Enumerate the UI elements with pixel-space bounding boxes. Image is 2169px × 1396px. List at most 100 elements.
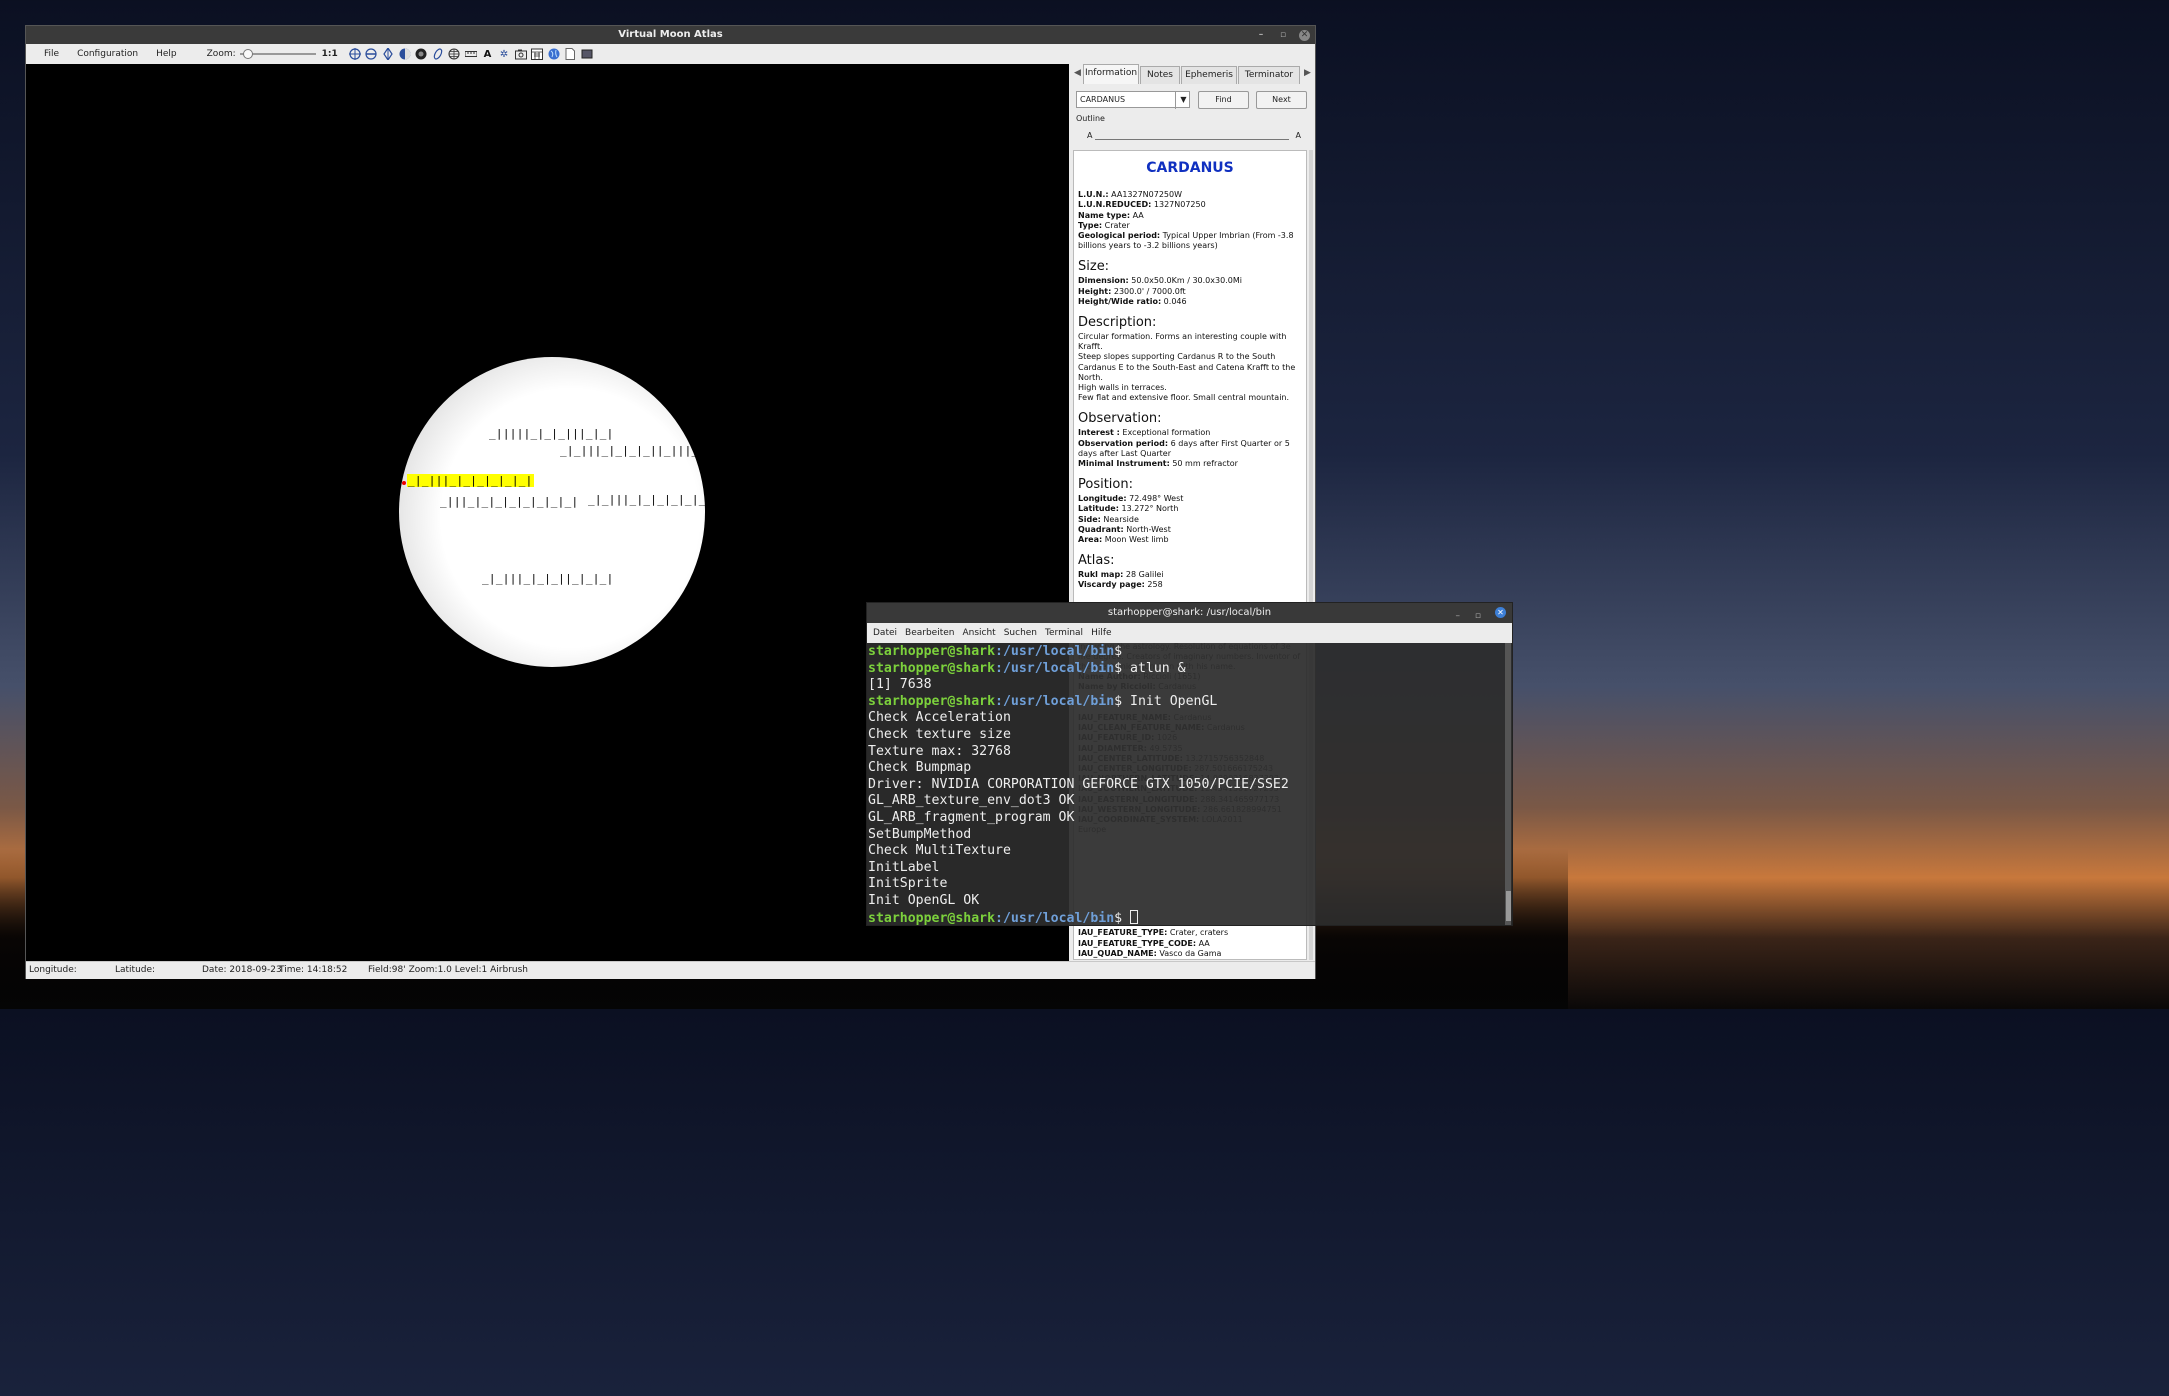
info-value: AA1327N07250W bbox=[1108, 190, 1183, 200]
eyepiece-icon[interactable] bbox=[414, 47, 428, 61]
zoom-slider[interactable] bbox=[239, 49, 316, 59]
terminal-close-button[interactable]: ✕ bbox=[1495, 607, 1506, 618]
info-line: Minimal Instrument: 50 mm refractor bbox=[1078, 459, 1302, 469]
terminal-line: starhopper@shark:/usr/local/bin$ Init Op… bbox=[868, 694, 1504, 711]
description-section: Circular formation. Forms an interesting… bbox=[1078, 332, 1302, 403]
info-value: Moon West limb bbox=[1102, 535, 1169, 545]
info-value: 0.046 bbox=[1161, 296, 1187, 306]
info-line: Quadrant: North-West bbox=[1078, 525, 1302, 535]
info-key: Latitude: bbox=[1078, 504, 1119, 514]
info-key: IAU_FEATURE_TYPE_CODE: bbox=[1078, 938, 1197, 948]
selected-crater-label[interactable]: _|_|||_|_|_|_|_|_| bbox=[407, 474, 534, 487]
info-key: Interest : bbox=[1078, 428, 1120, 438]
terminal-menu-bearbeiten[interactable]: Bearbeiten bbox=[905, 628, 954, 638]
info-line: Height: 2300.0' / 7000.0ft bbox=[1078, 287, 1302, 297]
globe-icon[interactable] bbox=[547, 47, 561, 61]
crosshair-icon[interactable] bbox=[348, 47, 362, 61]
fullscreen-icon[interactable] bbox=[580, 47, 594, 61]
tab-terminator[interactable]: Terminator bbox=[1238, 66, 1300, 84]
terminal-line: Texture max: 32768 bbox=[868, 744, 1504, 761]
menu-file[interactable]: File bbox=[44, 49, 59, 59]
crater-label[interactable]: _|||||_|_|_|||_|_| bbox=[489, 427, 614, 440]
info-value: 1327N07250 bbox=[1151, 200, 1206, 210]
prompt-path: :/usr/local/bin bbox=[995, 660, 1115, 676]
terminal-text: InitSprite bbox=[868, 876, 948, 892]
minimize-button[interactable]: – bbox=[1255, 29, 1267, 41]
selected-feature-marker bbox=[402, 481, 406, 485]
terminal-title-bar[interactable]: starhopper@shark: /usr/local/bin – ▫ ✕ bbox=[867, 603, 1512, 623]
terminal-output[interactable]: starhopper@shark:/usr/local/bin$ starhopp… bbox=[868, 643, 1504, 925]
phase-icon[interactable] bbox=[398, 47, 412, 61]
info-key: Area: bbox=[1078, 535, 1103, 545]
info-line: Type: Crater bbox=[1078, 221, 1302, 231]
terminal-menu-datei[interactable]: Datei bbox=[873, 628, 897, 638]
window-title-bar[interactable]: Virtual Moon Atlas – ▫ ✕ bbox=[26, 26, 1315, 44]
info-key: Height: bbox=[1078, 286, 1112, 296]
feature-search-combo[interactable]: CARDANUS ▼ bbox=[1076, 91, 1191, 109]
iau-tail-section: IAU_FEATURE_TYPE: Crater, craters IAU_FEA… bbox=[1078, 928, 1302, 959]
find-button[interactable]: Find bbox=[1198, 91, 1249, 109]
close-button[interactable]: ✕ bbox=[1299, 29, 1310, 41]
description-line: Steep slopes supporting Cardanus R to th… bbox=[1078, 352, 1296, 382]
terminal-text: Check texture size bbox=[868, 726, 1011, 742]
tab-scroll-right-icon[interactable]: ▶ bbox=[1304, 68, 1311, 78]
info-key: Name type: bbox=[1078, 210, 1131, 220]
info-value: Exceptional formation bbox=[1119, 428, 1211, 438]
terminal-title: starhopper@shark: /usr/local/bin bbox=[1107, 607, 1272, 618]
description-line: Few flat and extensive floor. Small cent… bbox=[1078, 393, 1290, 403]
terminal-text: [1] 7638 bbox=[868, 677, 932, 693]
terminal-menu-terminal[interactable]: Terminal bbox=[1045, 628, 1083, 638]
size-section: Dimension: 50.0x50.0Km / 30.0x30.0Mi Heig… bbox=[1078, 276, 1302, 307]
ruler-icon[interactable] bbox=[464, 47, 478, 61]
info-line: IAU_FEATURE_TYPE_CODE: AA bbox=[1078, 939, 1302, 949]
settings-icon[interactable]: ✲ bbox=[497, 47, 511, 61]
zoom-value: 1:1 bbox=[321, 49, 338, 59]
calendar-icon[interactable] bbox=[530, 47, 544, 61]
menu-configuration[interactable]: Configuration bbox=[77, 49, 138, 59]
tab-scroll-left-icon[interactable]: ◀ bbox=[1074, 68, 1081, 78]
status-bar: Longitude: Latitude: Date: 2018-09-23 Ti… bbox=[26, 961, 1315, 979]
terminal-line: GL_ARB_texture_env_dot3 OK bbox=[868, 793, 1504, 810]
crater-label[interactable]: _|_|||_|_|_||_|_|_| bbox=[482, 572, 614, 585]
next-button[interactable]: Next bbox=[1256, 91, 1307, 109]
menu-help[interactable]: Help bbox=[156, 49, 177, 59]
tab-ephemeris[interactable]: Ephemeris bbox=[1181, 66, 1237, 84]
maximize-button[interactable]: ▫ bbox=[1277, 29, 1289, 41]
description-heading: Description: bbox=[1078, 315, 1157, 331]
prompt-path: :/usr/local/bin bbox=[995, 693, 1115, 709]
tab-information[interactable]: Information bbox=[1083, 64, 1139, 84]
terminal-scrollbar-thumb[interactable] bbox=[1506, 891, 1511, 921]
terminal-menu-suchen[interactable]: Suchen bbox=[1004, 628, 1037, 638]
crater-label[interactable]: _|||_|_|_|_|_|_|_|_| bbox=[440, 495, 578, 508]
flip-vertical-icon[interactable] bbox=[381, 47, 395, 61]
zoom-slider-handle[interactable] bbox=[242, 49, 253, 59]
info-key: L.U.N.: bbox=[1078, 190, 1109, 200]
page-icon[interactable] bbox=[563, 47, 577, 61]
identity-section: L.U.N.: AA1327N07250W L.U.N.REDUCED: 1327… bbox=[1078, 190, 1302, 251]
prompt-user: starhopper@shark bbox=[868, 910, 996, 926]
moon-sphere[interactable] bbox=[399, 357, 705, 667]
terminal-text: SetBumpMethod bbox=[868, 826, 972, 842]
info-line: Longitude: 72.498° West bbox=[1078, 494, 1302, 504]
label-icon[interactable]: A bbox=[481, 47, 495, 61]
terminal-text: InitLabel bbox=[868, 859, 940, 875]
terminal-scrollbar[interactable] bbox=[1505, 643, 1511, 925]
camera-icon[interactable] bbox=[514, 47, 528, 61]
terminal-text: Init OpenGL OK bbox=[868, 892, 980, 908]
tab-notes[interactable]: Notes bbox=[1140, 66, 1180, 84]
terminal-line: Driver: NVIDIA CORPORATION GEFORCE GTX 1… bbox=[868, 777, 1504, 794]
grid-icon[interactable] bbox=[447, 47, 461, 61]
terminal-line: Check Bumpmap bbox=[868, 760, 1504, 777]
flip-horizontal-icon[interactable] bbox=[364, 47, 378, 61]
info-key: Observation period: bbox=[1078, 438, 1169, 448]
terminal-menu-hilfe[interactable]: Hilfe bbox=[1091, 628, 1111, 638]
chevron-down-icon[interactable]: ▼ bbox=[1175, 92, 1191, 109]
info-value: Vasco da Gama bbox=[1156, 948, 1222, 958]
crater-label[interactable]: _|_|||_|_|_|_||_|||_||| bbox=[560, 444, 719, 457]
terminal-menu-ansicht[interactable]: Ansicht bbox=[962, 628, 995, 638]
crater-label[interactable]: _|_|||_|_|_|_|_|_|||||_|_||| bbox=[588, 493, 782, 506]
atlas-section: Rukl map: 28 Galilei Viscardy page: 258 bbox=[1078, 570, 1302, 590]
info-key: Rukl map: bbox=[1078, 570, 1124, 580]
rotate-icon[interactable] bbox=[431, 47, 445, 61]
terminal-window: starhopper@shark: /usr/local/bin – ▫ ✕ D… bbox=[866, 602, 1513, 926]
